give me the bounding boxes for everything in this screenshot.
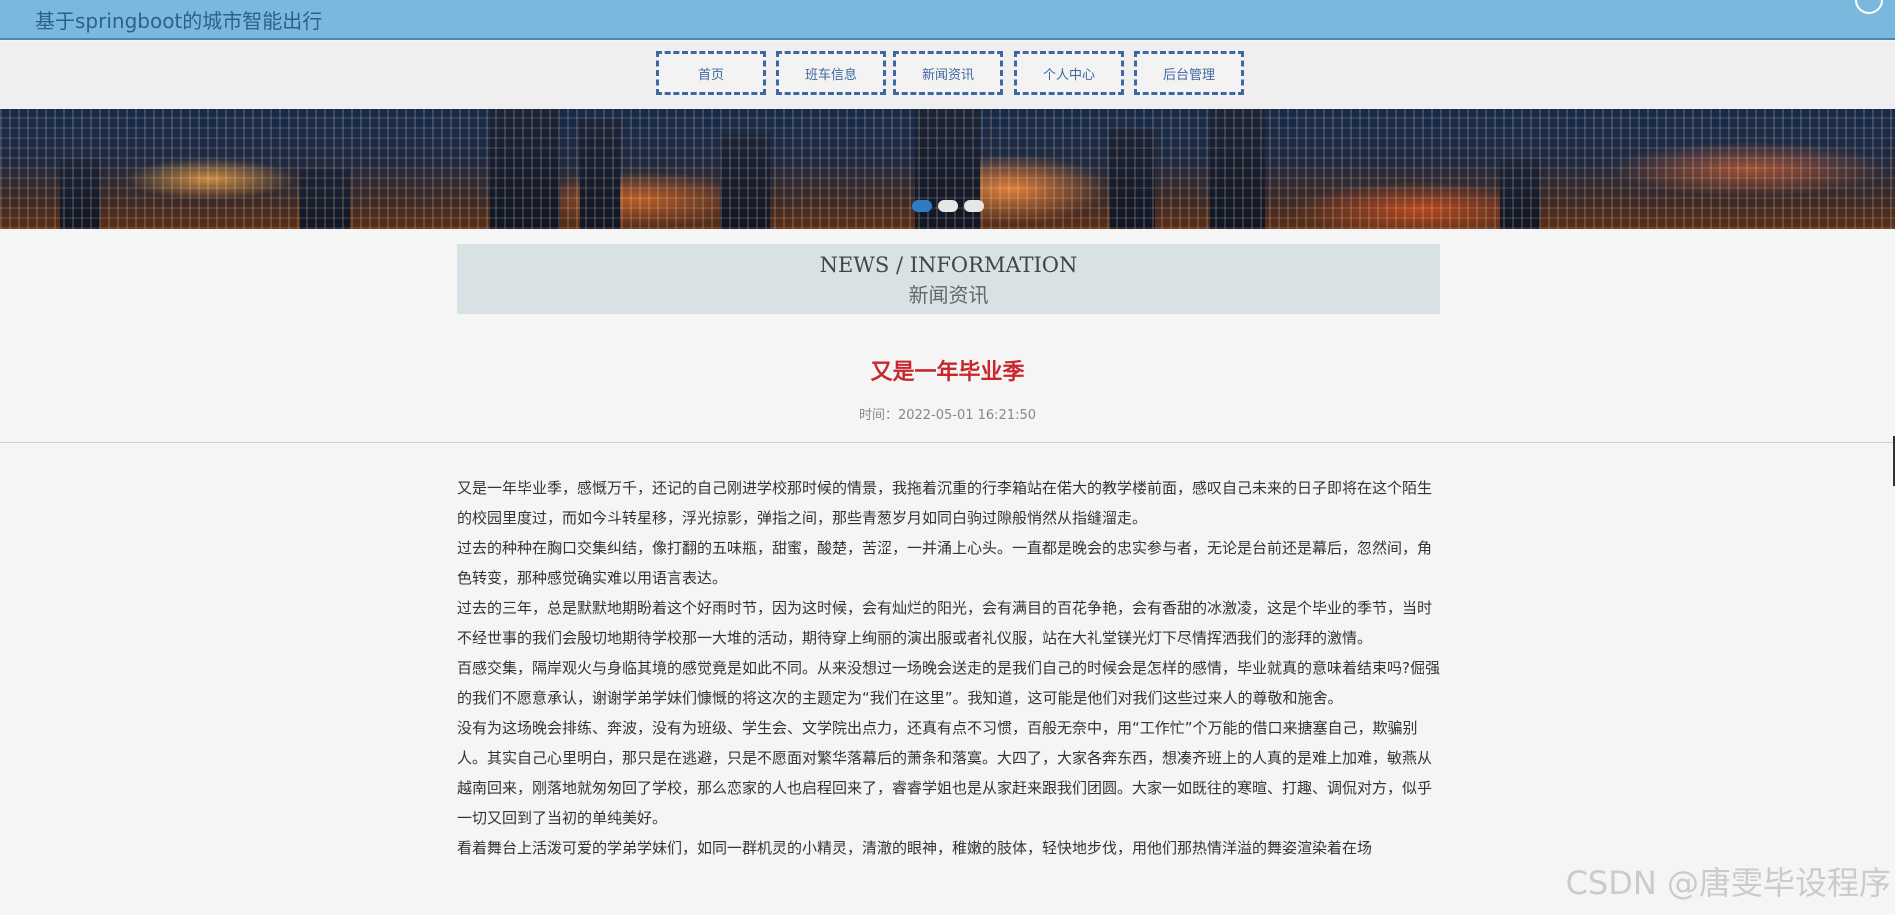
banner-carousel[interactable] — [0, 109, 1895, 229]
article-paragraph: 看着舞台上活泼可爱的学弟学妹们，如同一群机灵的小精灵，清澈的眼神，稚嫩的肢体，轻… — [457, 839, 1373, 857]
article-paragraph: 过去的种种在胸口交集纠结，像打翻的五味瓶，甜蜜，酸楚，苦涩，一并涌上心头。一直都… — [457, 539, 1433, 587]
section-title-zh: 新闻资讯 — [908, 283, 989, 307]
article-paragraph: 又是一年毕业季，感慨万千，还记的自己刚进学校那时候的情景，我拖着沉重的行李箱站在… — [457, 479, 1433, 527]
divider — [0, 442, 1895, 443]
watermark: CSDN @唐雯毕设程序 — [1565, 864, 1891, 902]
nav-item-news[interactable]: 新闻资讯 — [893, 51, 1003, 95]
nav-item-personal-center[interactable]: 个人中心 — [1014, 51, 1124, 95]
section-title-en: NEWS / INFORMATION — [819, 253, 1078, 277]
article-title: 又是一年毕业季 — [870, 360, 1025, 385]
site-header: 基于springboot的城市智能出行 — [0, 0, 1895, 40]
nav-item-admin[interactable]: 后台管理 — [1134, 51, 1244, 95]
article-body: 又是一年毕业季，感慨万千，还记的自己刚进学校那时候的情景，我拖着沉重的行李箱站在… — [457, 473, 1440, 863]
carousel-dot-3[interactable] — [963, 200, 984, 212]
main-nav: 首页 班车信息 新闻资讯 个人中心 后台管理 — [0, 42, 1895, 109]
carousel-dot-1[interactable] — [911, 200, 932, 212]
section-header: NEWS / INFORMATION 新闻资讯 — [457, 244, 1440, 314]
article-paragraph: 百感交集，隔岸观火与身临其境的感觉竟是如此不同。从来没想过一场晚会送走的是我们自… — [457, 659, 1440, 707]
user-avatar-icon[interactable] — [1855, 0, 1883, 14]
carousel-dot-2[interactable] — [937, 200, 958, 212]
nav-item-shuttle-info[interactable]: 班车信息 — [776, 51, 886, 95]
nav-item-home[interactable]: 首页 — [656, 51, 766, 95]
article-paragraph: 没有为这场晚会排练、奔波，没有为班级、学生会、文学院出点力，还真有点不习惯，百般… — [457, 719, 1433, 827]
article-time: 时间：2022-05-01 16:21:50 — [858, 408, 1037, 423]
site-title[interactable]: 基于springboot的城市智能出行 — [35, 5, 322, 34]
carousel-indicators — [0, 200, 1895, 212]
article-paragraph: 过去的三年，总是默默地期盼着这个好雨时节，因为这时候，会有灿烂的阳光，会有满目的… — [457, 599, 1433, 647]
